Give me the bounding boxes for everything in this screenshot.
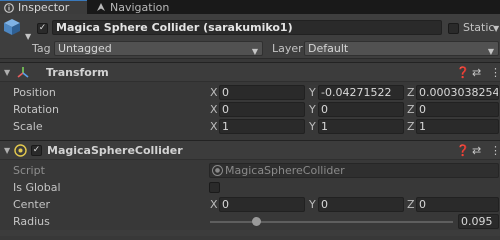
transform-axes-icon — [17, 67, 29, 78]
help-icon[interactable]: ❓ — [456, 66, 470, 79]
position-x-field[interactable]: 0 — [219, 85, 305, 100]
static-dropdown-caret-icon[interactable]: ▼ — [493, 24, 499, 33]
radius-row: Radius 0.095 — [0, 213, 500, 230]
axis-z-label[interactable]: Z — [407, 86, 415, 99]
chevron-down-icon: ▼ — [251, 47, 258, 56]
radius-slider-track[interactable] — [210, 221, 453, 223]
more-icon[interactable]: ⋮ — [490, 144, 500, 157]
icon-dropdown-caret-icon[interactable]: ▼ — [25, 32, 31, 41]
static-label: Static — [463, 21, 495, 34]
collider-title: MagicaSphereCollider — [47, 144, 183, 157]
script-row: Script ● MagicaSphereCollider — [0, 162, 500, 179]
script-sphere-icon — [14, 144, 27, 157]
center-y-field[interactable]: 0 — [318, 197, 404, 212]
center-z-field[interactable]: 0 — [416, 197, 499, 212]
rotation-row: Rotation X 0 Y 0 Z 0 — [0, 101, 500, 118]
help-icon[interactable]: ❓ — [456, 144, 470, 157]
axis-x-label[interactable]: X — [210, 103, 218, 116]
navigation-icon — [97, 3, 105, 11]
transform-header[interactable]: ▼ Transform ❓ ⇄ ⋮ — [0, 62, 500, 82]
radius-label: Radius — [13, 215, 50, 228]
axis-z-label[interactable]: Z — [407, 198, 415, 211]
position-z-field[interactable]: 0.0003038254 — [416, 85, 499, 100]
center-row: Center X 0 Y 0 Z 0 — [0, 196, 500, 213]
info-icon — [4, 2, 14, 13]
is-global-label: Is Global — [13, 181, 61, 194]
scale-y-field[interactable]: 1 — [318, 119, 404, 134]
transform-title: Transform — [46, 66, 109, 79]
tag-label: Tag — [32, 42, 51, 55]
position-row: Position X 0 Y -0.04271522 Z 0.000303825… — [0, 84, 500, 101]
collider-header[interactable]: ▼ ✓ MagicaSphereCollider ❓ ⇄ ⋮ — [0, 140, 500, 160]
scale-row: Scale X 1 Y 1 Z 1 — [0, 118, 500, 135]
radius-slider-thumb[interactable] — [252, 217, 262, 226]
axis-y-label[interactable]: Y — [309, 86, 316, 99]
script-object-field[interactable]: ● MagicaSphereCollider — [209, 163, 499, 178]
is-global-row: Is Global — [0, 179, 500, 196]
tag-dropdown[interactable]: Untagged ▼ — [54, 41, 263, 56]
script-label: Script — [13, 164, 45, 177]
script-value: MagicaSphereCollider — [225, 164, 345, 177]
foldout-arrow-icon[interactable]: ▼ — [4, 146, 10, 155]
axis-x-label[interactable]: X — [210, 198, 218, 211]
tab-navigation-label: Navigation — [110, 0, 170, 14]
tab-inspector-label: Inspector — [18, 1, 70, 14]
position-y-field[interactable]: -0.04271522 — [318, 85, 404, 100]
tag-value: Untagged — [58, 42, 112, 55]
presets-icon[interactable]: ⇄ — [472, 66, 481, 79]
scale-z-field[interactable]: 1 — [416, 119, 499, 134]
axis-z-label[interactable]: Z — [407, 103, 415, 116]
scale-label: Scale — [13, 120, 43, 133]
tab-inspector[interactable]: Inspector — [0, 0, 87, 14]
rotation-z-field[interactable]: 0 — [416, 102, 499, 117]
axis-y-label[interactable]: Y — [309, 120, 316, 133]
axis-x-label[interactable]: X — [210, 86, 218, 99]
axis-x-label[interactable]: X — [210, 120, 218, 133]
window-tab-bar: Inspector Navigation — [0, 0, 500, 14]
panel-bottom — [0, 230, 500, 236]
static-checkbox[interactable] — [448, 23, 459, 34]
rotation-x-field[interactable]: 0 — [219, 102, 305, 117]
rotation-y-field[interactable]: 0 — [318, 102, 404, 117]
rotation-label: Rotation — [13, 103, 60, 116]
layer-dropdown[interactable]: Default ▼ — [304, 41, 499, 56]
axis-y-label[interactable]: Y — [309, 103, 316, 116]
radius-field[interactable]: 0.095 — [458, 214, 499, 229]
active-toggle[interactable]: ✓ — [37, 23, 48, 34]
presets-icon[interactable]: ⇄ — [472, 144, 481, 157]
script-sphere-icon: ● — [212, 165, 223, 176]
chevron-down-icon: ▼ — [487, 47, 494, 56]
is-global-checkbox[interactable] — [209, 182, 220, 193]
more-icon[interactable]: ⋮ — [490, 66, 500, 79]
tab-navigation[interactable]: Navigation — [92, 0, 182, 14]
gameobject-cube-icon — [4, 19, 20, 35]
scale-x-field[interactable]: 1 — [219, 119, 305, 134]
axis-z-label[interactable]: Z — [407, 120, 415, 133]
axis-y-label[interactable]: Y — [309, 198, 316, 211]
layer-label: Layer — [272, 42, 303, 55]
gameobject-name-field[interactable]: Magica Sphere Collider (sarakumiko1) — [52, 20, 442, 35]
layer-value: Default — [308, 42, 349, 55]
center-label: Center — [13, 198, 51, 211]
center-x-field[interactable]: 0 — [219, 197, 305, 212]
collider-enabled-toggle[interactable]: ✓ — [31, 145, 42, 156]
foldout-arrow-icon[interactable]: ▼ — [4, 68, 10, 77]
position-label: Position — [13, 86, 56, 99]
